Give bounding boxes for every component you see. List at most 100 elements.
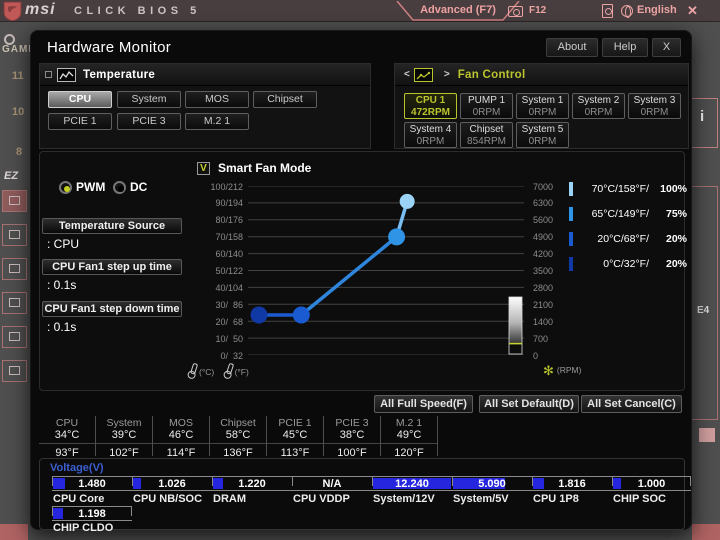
rpm-gauge-empty	[509, 344, 522, 354]
temp-button-mos[interactable]: MOS	[185, 91, 249, 108]
right-axis-tick: 700	[533, 333, 549, 344]
fan-button-pump1[interactable]: PUMP 1 0RPM	[460, 93, 513, 119]
favorites-doc-icon[interactable]	[602, 4, 613, 18]
dc-label: DC	[130, 180, 148, 194]
left-axis-tick: 50/122	[215, 266, 243, 276]
bg-info-letter: i	[700, 108, 705, 125]
curve-segment	[299, 235, 399, 317]
step-up-time-button[interactable]: CPU Fan1 step up time	[42, 259, 182, 275]
fan-button-system5[interactable]: System 5 0RPM	[516, 122, 569, 148]
temp-button-pcie1[interactable]: PCIE 1	[48, 113, 112, 130]
fan-button-system2[interactable]: System 2 0RPM	[572, 93, 625, 119]
window-close-button[interactable]: X	[652, 38, 681, 57]
left-axis-tick: 40/104	[215, 282, 243, 293]
legend-swatch	[569, 206, 573, 221]
temp-button-cpu[interactable]: CPU	[48, 91, 112, 108]
fan-button-system3[interactable]: System 3 0RPM	[628, 93, 681, 119]
rpm-units: ✻ (RPM)	[543, 363, 582, 378]
screenshot-camera-icon[interactable]	[508, 6, 523, 17]
step-down-time-value: : 0.1s	[47, 320, 77, 334]
hardware-monitor-window: Hardware Monitor About Help X Temperatur…	[30, 30, 692, 534]
left-axis-tick: 80/176	[215, 215, 243, 226]
legend-row: 70°C/158°F/100%	[569, 181, 687, 196]
bg-number: 11	[12, 70, 24, 82]
left-axis-tick: 30/ 86	[215, 299, 243, 310]
bg-sidebar-button[interactable]	[2, 326, 27, 348]
language-label[interactable]: English	[637, 4, 677, 16]
temp-button-chipset[interactable]: Chipset	[253, 91, 317, 108]
all-full-speed-button[interactable]: All Full Speed(F)	[374, 395, 473, 413]
voltage-gauge-system12v: 12.240	[372, 477, 452, 490]
voltage-gauge-cpu-nbsoc: 1.026	[132, 477, 212, 490]
left-axis-tick: 10/ 50	[215, 333, 243, 344]
bg-sidebar-button[interactable]	[2, 360, 27, 382]
voltage-name: CHIP SOC	[613, 493, 666, 505]
right-axis-tick: 2800	[533, 282, 554, 293]
curve-point-3[interactable]	[388, 228, 406, 246]
bios-close-icon[interactable]: ✕	[687, 3, 698, 19]
language-globe-icon[interactable]	[621, 5, 633, 18]
curve-legend: 70°C/158°F/100% 65°C/149°F/75% 20°C/68°F…	[569, 181, 687, 281]
left-axis-tick: 20/ 68	[215, 316, 243, 327]
pwm-label: PWM	[76, 180, 106, 194]
bg-sidebar-button[interactable]	[2, 292, 27, 314]
temp-readout-mos: MOS 46°C 114°F	[153, 416, 210, 459]
fan-button-chipset[interactable]: Chipset 854RPM	[460, 122, 513, 148]
voltage-name: CPU NB/SOC	[133, 493, 203, 505]
voltage-name: CPU VDDP	[293, 493, 350, 505]
bg-sidebar-button[interactable]	[2, 258, 27, 280]
temperature-source-button[interactable]: Temperature Source	[42, 218, 182, 234]
collapse-icon[interactable]	[45, 71, 52, 78]
about-button[interactable]: About	[546, 38, 598, 57]
left-axis-tick: 60/140	[215, 249, 243, 260]
legend-swatch	[569, 256, 573, 271]
voltage-gauge-cpu-core: 1.480	[52, 477, 132, 490]
temperature-readouts: CPU 34°C 93°F System 39°C 102°F MOS 46°C 114°F…	[39, 416, 438, 459]
product-name: CLICK BIOS 5	[74, 5, 201, 17]
dc-radio[interactable]	[113, 181, 126, 194]
all-set-cancel-button[interactable]: All Set Cancel(C)	[581, 395, 682, 413]
temp-button-pcie3[interactable]: PCIE 3	[117, 113, 181, 130]
right-axis-tick: 0	[533, 350, 539, 361]
bg-sidebar-button[interactable]	[2, 190, 27, 212]
bg-sidebar-button[interactable]	[2, 224, 27, 246]
curve-point-2[interactable]	[292, 306, 310, 324]
right-axis-tick: 3500	[533, 266, 554, 276]
bg-decoration	[0, 524, 28, 540]
voltage-gauge-row2: 1.198	[52, 506, 132, 521]
smart-fan-checkbox[interactable]: V	[197, 162, 210, 175]
all-set-default-button[interactable]: All Set Default(D)	[479, 395, 579, 413]
temp-readout-cpu: CPU 34°C 93°F	[39, 416, 96, 459]
voltage-gauge-chipsoc: 1.000	[612, 477, 691, 490]
curve-point-4[interactable]	[399, 193, 415, 209]
bg-e4-label: E4	[697, 305, 710, 316]
fan-button-system4[interactable]: System 4 0RPM	[404, 122, 457, 148]
help-button[interactable]: Help	[602, 38, 648, 57]
curve-point-1[interactable]	[250, 306, 268, 324]
temperature-panel-title: Temperature	[83, 68, 156, 81]
voltage-gauge-cpu1p8: 1.816	[532, 477, 612, 490]
temperature-source-value: : CPU	[47, 237, 80, 251]
chart-right-axis: 7000 6300 5600 4900 4200 3500 2800 2100 1400 700 0	[533, 182, 573, 361]
voltage-name: System/5V	[453, 493, 509, 505]
pwm-radio[interactable]	[59, 181, 72, 194]
right-axis-tick: 4900	[533, 232, 554, 243]
right-axis-tick: 7000	[533, 181, 554, 192]
fan-curve-chart[interactable]	[248, 186, 524, 355]
step-down-time-button[interactable]: CPU Fan1 step down time	[42, 301, 182, 317]
fan-next-icon[interactable]: >	[444, 69, 450, 80]
fahrenheit-thermometer-icon	[222, 362, 234, 379]
temp-button-m21[interactable]: M.2 1	[185, 113, 249, 130]
fan-button-system1[interactable]: System 1 0RPM	[516, 93, 569, 119]
temp-readout-chipset: Chipset 58°C 136°F	[210, 416, 267, 459]
fan-prev-icon[interactable]: <	[404, 69, 410, 80]
temp-readout-pcie1: PCIE 1 45°C 113°F	[267, 416, 324, 459]
bg-ez-label: EZ	[4, 170, 19, 182]
fan-button-cpu1[interactable]: CPU 1 472RPM	[404, 93, 457, 119]
advanced-mode-tab[interactable]: Advanced (F7)	[396, 1, 520, 21]
temperature-panel: Temperature CPU System MOS Chipset PCIE …	[39, 63, 371, 149]
temp-button-system[interactable]: System	[117, 91, 181, 108]
voltage-name: CHIP CLDO	[53, 522, 114, 534]
smart-fan-label: Smart Fan Mode	[218, 161, 312, 175]
voltage-gauge-chipcldo: 1.198	[52, 507, 132, 520]
